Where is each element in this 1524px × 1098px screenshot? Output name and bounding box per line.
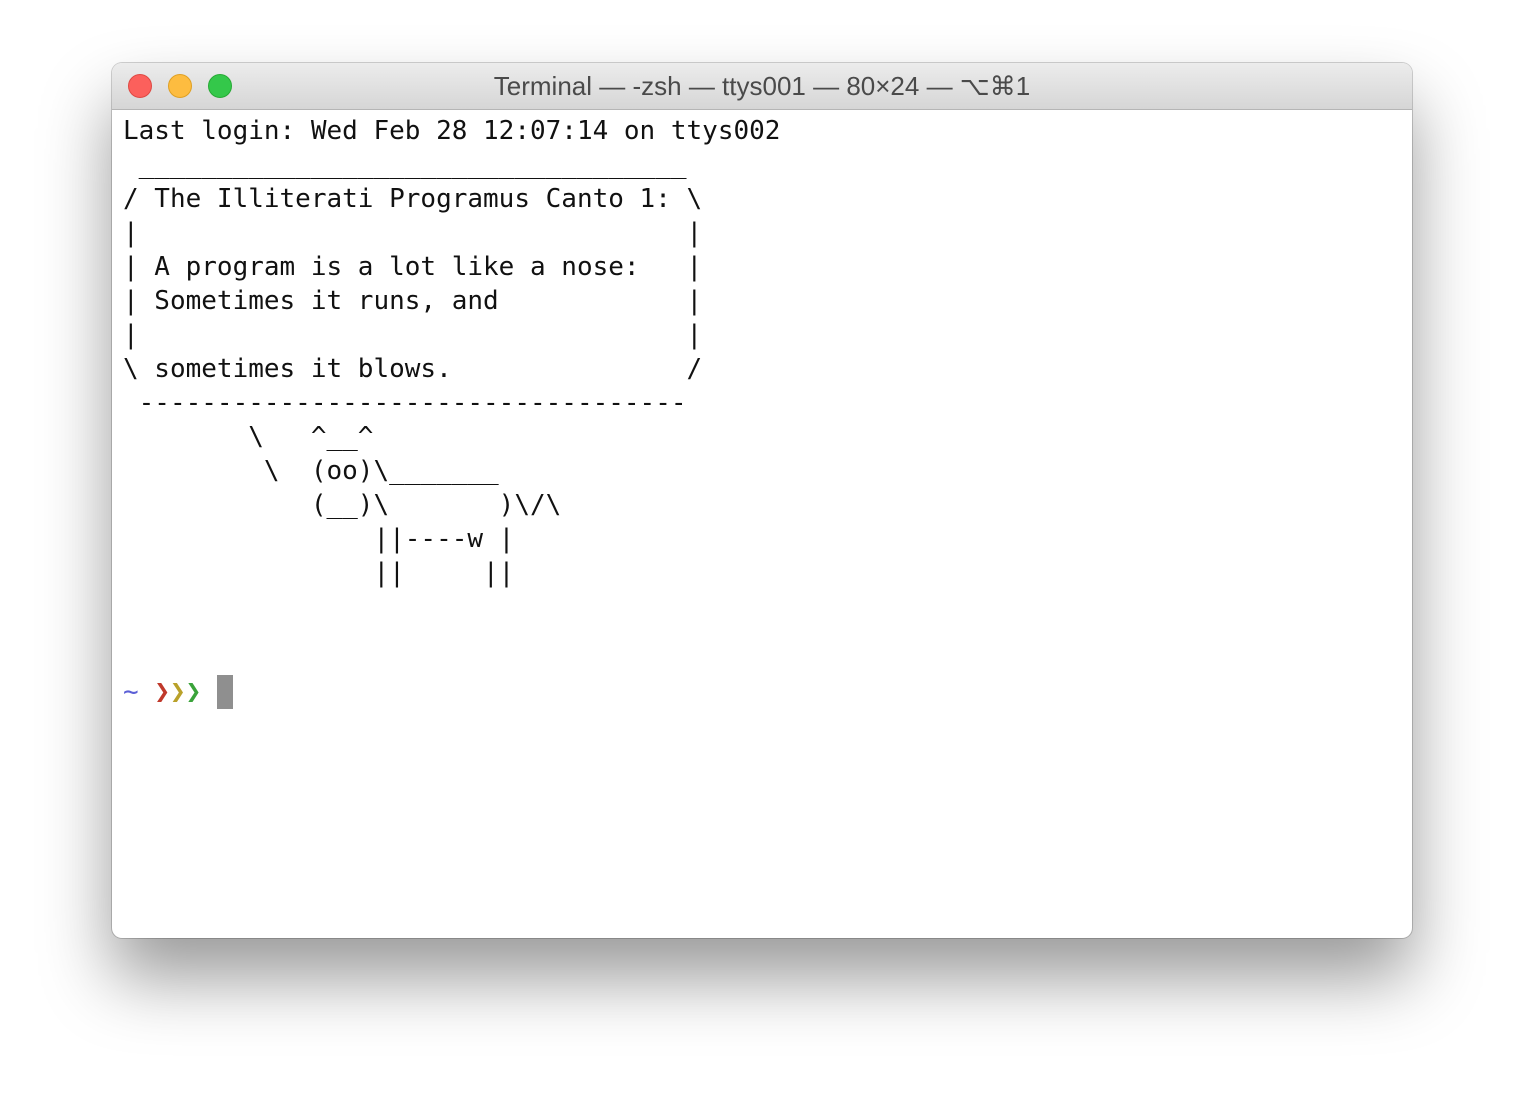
- terminal-line: | |: [123, 218, 703, 248]
- terminal-line: ||----w |: [123, 524, 515, 554]
- prompt-chevron-red: ❯: [154, 677, 170, 707]
- terminal-line: \ (oo)\_______: [123, 456, 499, 486]
- terminal-line: \ ^__^: [123, 422, 374, 452]
- terminal-line: Last login: Wed Feb 28 12:07:14 on ttys0…: [123, 116, 781, 146]
- terminal-content[interactable]: Last login: Wed Feb 28 12:07:14 on ttys0…: [123, 114, 1412, 938]
- window-title: Terminal — -zsh — ttys001 — 80×24 — ⌥⌘1: [493, 71, 1031, 101]
- terminal-line: / The Illiterati Programus Canto 1: \: [123, 184, 703, 214]
- terminal-line: || ||: [123, 558, 515, 588]
- terminal-line: \ sometimes it blows. /: [123, 354, 703, 384]
- prompt-chevron-green: ❯: [185, 677, 202, 707]
- terminal-window: Terminal — -zsh — ttys001 — 80×24 — ⌥⌘1 …: [112, 63, 1412, 938]
- terminal-line: | Sometimes it runs, and |: [123, 286, 703, 316]
- title-bar[interactable]: Terminal — -zsh — ttys001 — 80×24 — ⌥⌘1: [112, 63, 1412, 110]
- terminal-line: | A program is a lot like a nose: |: [123, 252, 703, 282]
- terminal-line: | |: [123, 320, 703, 350]
- text-cursor: [217, 675, 234, 709]
- terminal-line: -----------------------------------: [123, 388, 687, 418]
- terminal-line: (__)\ )\/\: [123, 490, 562, 520]
- terminal-line: ___________________________________: [123, 150, 687, 180]
- shell-prompt[interactable]: ~ ❯ ❯ ❯: [123, 675, 234, 709]
- prompt-chevron-yellow: ❯: [169, 677, 186, 707]
- prompt-tilde: ~: [123, 677, 139, 707]
- terminal-output: Last login: Wed Feb 28 12:07:14 on ttys0…: [123, 114, 1412, 590]
